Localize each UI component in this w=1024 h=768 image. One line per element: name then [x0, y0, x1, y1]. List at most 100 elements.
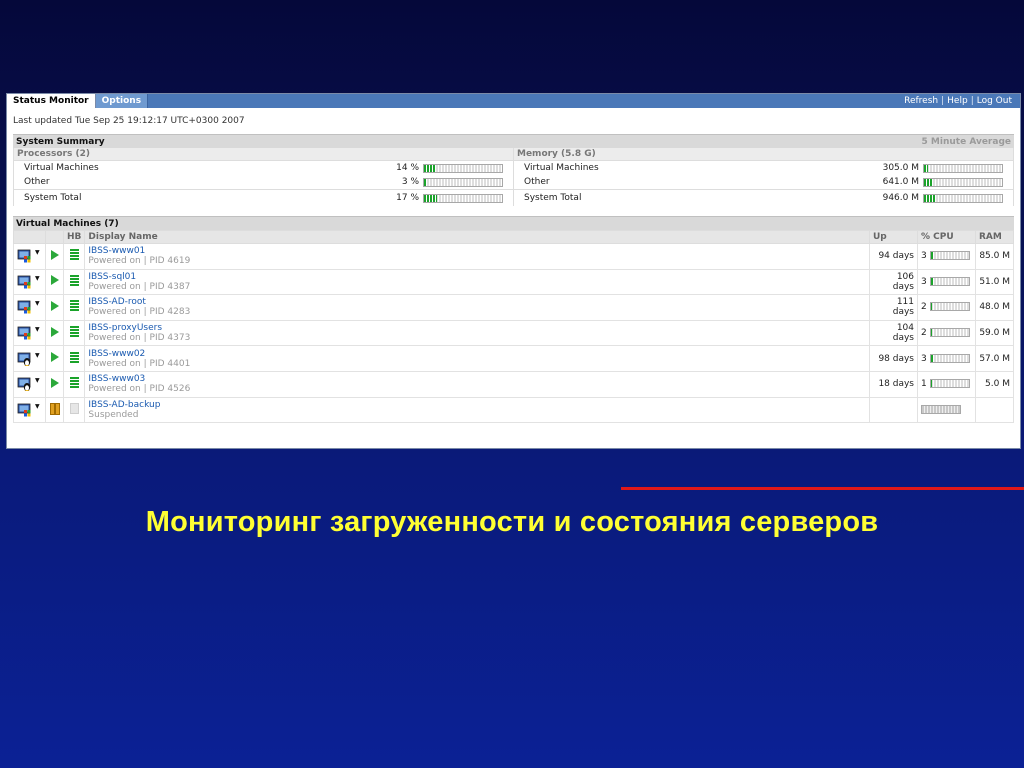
cpu-usage-bar — [929, 328, 970, 338]
vm-name-cell[interactable]: IBSS-www02 Powered on | PID 4401 — [84, 345, 870, 372]
col-ram[interactable]: RAM — [975, 230, 1014, 244]
vm-os-cell[interactable]: ▼ — [13, 396, 46, 424]
running-icon[interactable] — [50, 377, 59, 388]
vm-os-cell[interactable]: ▼ — [13, 319, 46, 347]
vm-os-cell[interactable]: ▼ — [13, 294, 46, 321]
refresh-link[interactable]: Refresh — [904, 96, 938, 106]
virtual-machines-header: Virtual Machines (7) — [13, 216, 1014, 230]
table-row[interactable]: ▼ IBSS-www01 Powered on | PID 4619 94 days 3… — [13, 243, 1014, 270]
dropdown-arrow-icon[interactable]: ▼ — [35, 300, 40, 307]
vm-name-cell[interactable]: IBSS-www01 Powered on | PID 4619 — [84, 243, 870, 270]
vm-uptime: 94 days — [869, 243, 918, 270]
windows-vm-icon[interactable] — [17, 275, 33, 289]
tab-options[interactable]: Options — [95, 94, 149, 108]
dropdown-arrow-icon[interactable]: ▼ — [35, 249, 40, 256]
processors-row-label: System Total — [24, 193, 82, 203]
col-hb: HB — [62, 230, 86, 244]
tab-status-monitor[interactable]: Status Monitor — [7, 94, 96, 108]
heartbeat-icon — [69, 326, 79, 338]
processors-column: Processors (2) Virtual Machines 14 % Other… — [14, 148, 514, 206]
table-row[interactable]: ▼ IBSS-proxyUsers Powered on | PID 4373 104… — [13, 319, 1014, 347]
logout-link[interactable]: Log Out — [977, 96, 1012, 106]
running-icon[interactable] — [50, 300, 59, 311]
table-row[interactable]: ▼ IBSS-www02 Powered on | PID 4401 98 days 3… — [13, 345, 1014, 372]
linux-vm-icon[interactable] — [17, 352, 33, 366]
vm-name-link[interactable]: IBSS-www01 — [88, 246, 866, 256]
vm-os-cell[interactable]: ▼ — [13, 268, 46, 296]
cpu-usage-bar — [929, 251, 970, 261]
dropdown-arrow-icon[interactable]: ▼ — [35, 352, 40, 359]
average-period-label: 5 Minute Average — [921, 137, 1011, 147]
vm-state-cell[interactable] — [45, 243, 64, 270]
vm-state-cell[interactable] — [45, 370, 64, 398]
heartbeat-icon — [69, 274, 79, 286]
dropdown-arrow-icon[interactable]: ▼ — [35, 403, 40, 410]
vm-name-link[interactable]: IBSS-AD-backup — [88, 400, 866, 410]
vm-uptime — [869, 396, 918, 424]
memory-row: System Total 946.0 M — [514, 189, 1013, 206]
heartbeat-icon — [69, 351, 79, 363]
col-up[interactable]: Up — [869, 230, 918, 244]
col-cpu[interactable]: % CPU — [917, 230, 976, 244]
table-row[interactable]: ▼ IBSS-sql01 Powered on | PID 4387 106 days… — [13, 268, 1014, 296]
processors-row: Virtual Machines 14 % — [14, 161, 513, 175]
vm-ram — [975, 396, 1014, 424]
table-row[interactable]: ▼ IBSS-AD-root Powered on | PID 4283 111 da… — [13, 294, 1014, 321]
vm-name-cell[interactable]: IBSS-AD-backup Suspended — [84, 396, 870, 424]
memory-row: Other 641.0 M — [514, 175, 1013, 189]
windows-vm-icon[interactable] — [17, 326, 33, 340]
vm-cpu-cell: 3 — [917, 243, 976, 270]
linux-vm-icon[interactable] — [17, 377, 33, 392]
processors-row-label: Other — [24, 177, 50, 187]
col-display-name[interactable]: Display Name — [84, 230, 870, 244]
table-row[interactable]: ▼ IBSS-AD-backup Suspended — [13, 396, 1014, 424]
memory-row-label: Virtual Machines — [524, 163, 599, 173]
last-updated-text: Last updated Tue Sep 25 19:12:17 UTC+030… — [13, 116, 245, 126]
vm-state-cell[interactable] — [45, 396, 64, 424]
vm-uptime: 104 days — [869, 319, 918, 347]
vm-ram: 51.0 M — [975, 268, 1014, 296]
vm-name-link[interactable]: IBSS-www02 — [88, 349, 866, 359]
vm-state-cell[interactable] — [45, 345, 64, 372]
vm-name-cell[interactable]: IBSS-proxyUsers Powered on | PID 4373 — [84, 319, 870, 347]
vm-os-cell[interactable]: ▼ — [13, 345, 46, 372]
top-links: Refresh | Help | Log Out — [904, 96, 1012, 106]
status-monitor-window: Status Monitor Options Refresh | Help | Log … — [6, 93, 1021, 449]
vm-ram: 85.0 M — [975, 243, 1014, 270]
vm-state-cell[interactable] — [45, 268, 64, 296]
windows-vm-icon[interactable] — [17, 403, 33, 417]
vm-os-cell[interactable]: ▼ — [13, 370, 46, 398]
vm-heartbeat-cell — [62, 396, 86, 424]
dropdown-arrow-icon[interactable]: ▼ — [35, 377, 40, 384]
heartbeat-icon — [69, 300, 79, 312]
vm-name-link[interactable]: IBSS-www03 — [88, 374, 866, 384]
cpu-value: 3 — [921, 353, 927, 364]
running-icon[interactable] — [50, 249, 59, 260]
vm-os-cell[interactable]: ▼ — [13, 243, 46, 270]
vm-name-cell[interactable]: IBSS-AD-root Powered on | PID 4283 — [84, 294, 870, 321]
vm-state-cell[interactable] — [45, 294, 64, 321]
running-icon[interactable] — [50, 352, 59, 363]
vm-state-cell[interactable] — [45, 319, 64, 347]
vm-uptime: 111 days — [869, 294, 918, 321]
processors-row-label: Virtual Machines — [24, 163, 99, 173]
suspended-icon[interactable] — [50, 403, 60, 416]
vm-cpu-cell: 2 — [917, 319, 976, 347]
vm-uptime: 18 days — [869, 370, 918, 398]
running-icon[interactable] — [50, 275, 59, 286]
table-row[interactable]: ▼ IBSS-www03 Powered on | PID 4526 18 days 1… — [13, 370, 1014, 398]
vm-name-cell[interactable]: IBSS-sql01 Powered on | PID 4387 — [84, 268, 870, 296]
vm-name-cell[interactable]: IBSS-www03 Powered on | PID 4526 — [84, 370, 870, 398]
running-icon[interactable] — [50, 326, 59, 337]
windows-vm-icon[interactable] — [17, 249, 33, 263]
dropdown-arrow-icon[interactable]: ▼ — [35, 275, 40, 282]
vm-status-text: Suspended — [88, 409, 139, 420]
windows-vm-icon[interactable] — [17, 301, 33, 314]
dropdown-arrow-icon[interactable]: ▼ — [35, 326, 40, 333]
vm-status-text: Powered on | PID 4401 — [88, 358, 191, 369]
table-header-row: HB Display Name Up % CPU RAM — [13, 230, 1014, 244]
vm-name-link[interactable]: IBSS-sql01 — [88, 272, 866, 282]
vm-name-link[interactable]: IBSS-proxyUsers — [88, 323, 866, 333]
vm-name-link[interactable]: IBSS-AD-root — [88, 297, 866, 307]
help-link[interactable]: Help — [947, 96, 968, 106]
